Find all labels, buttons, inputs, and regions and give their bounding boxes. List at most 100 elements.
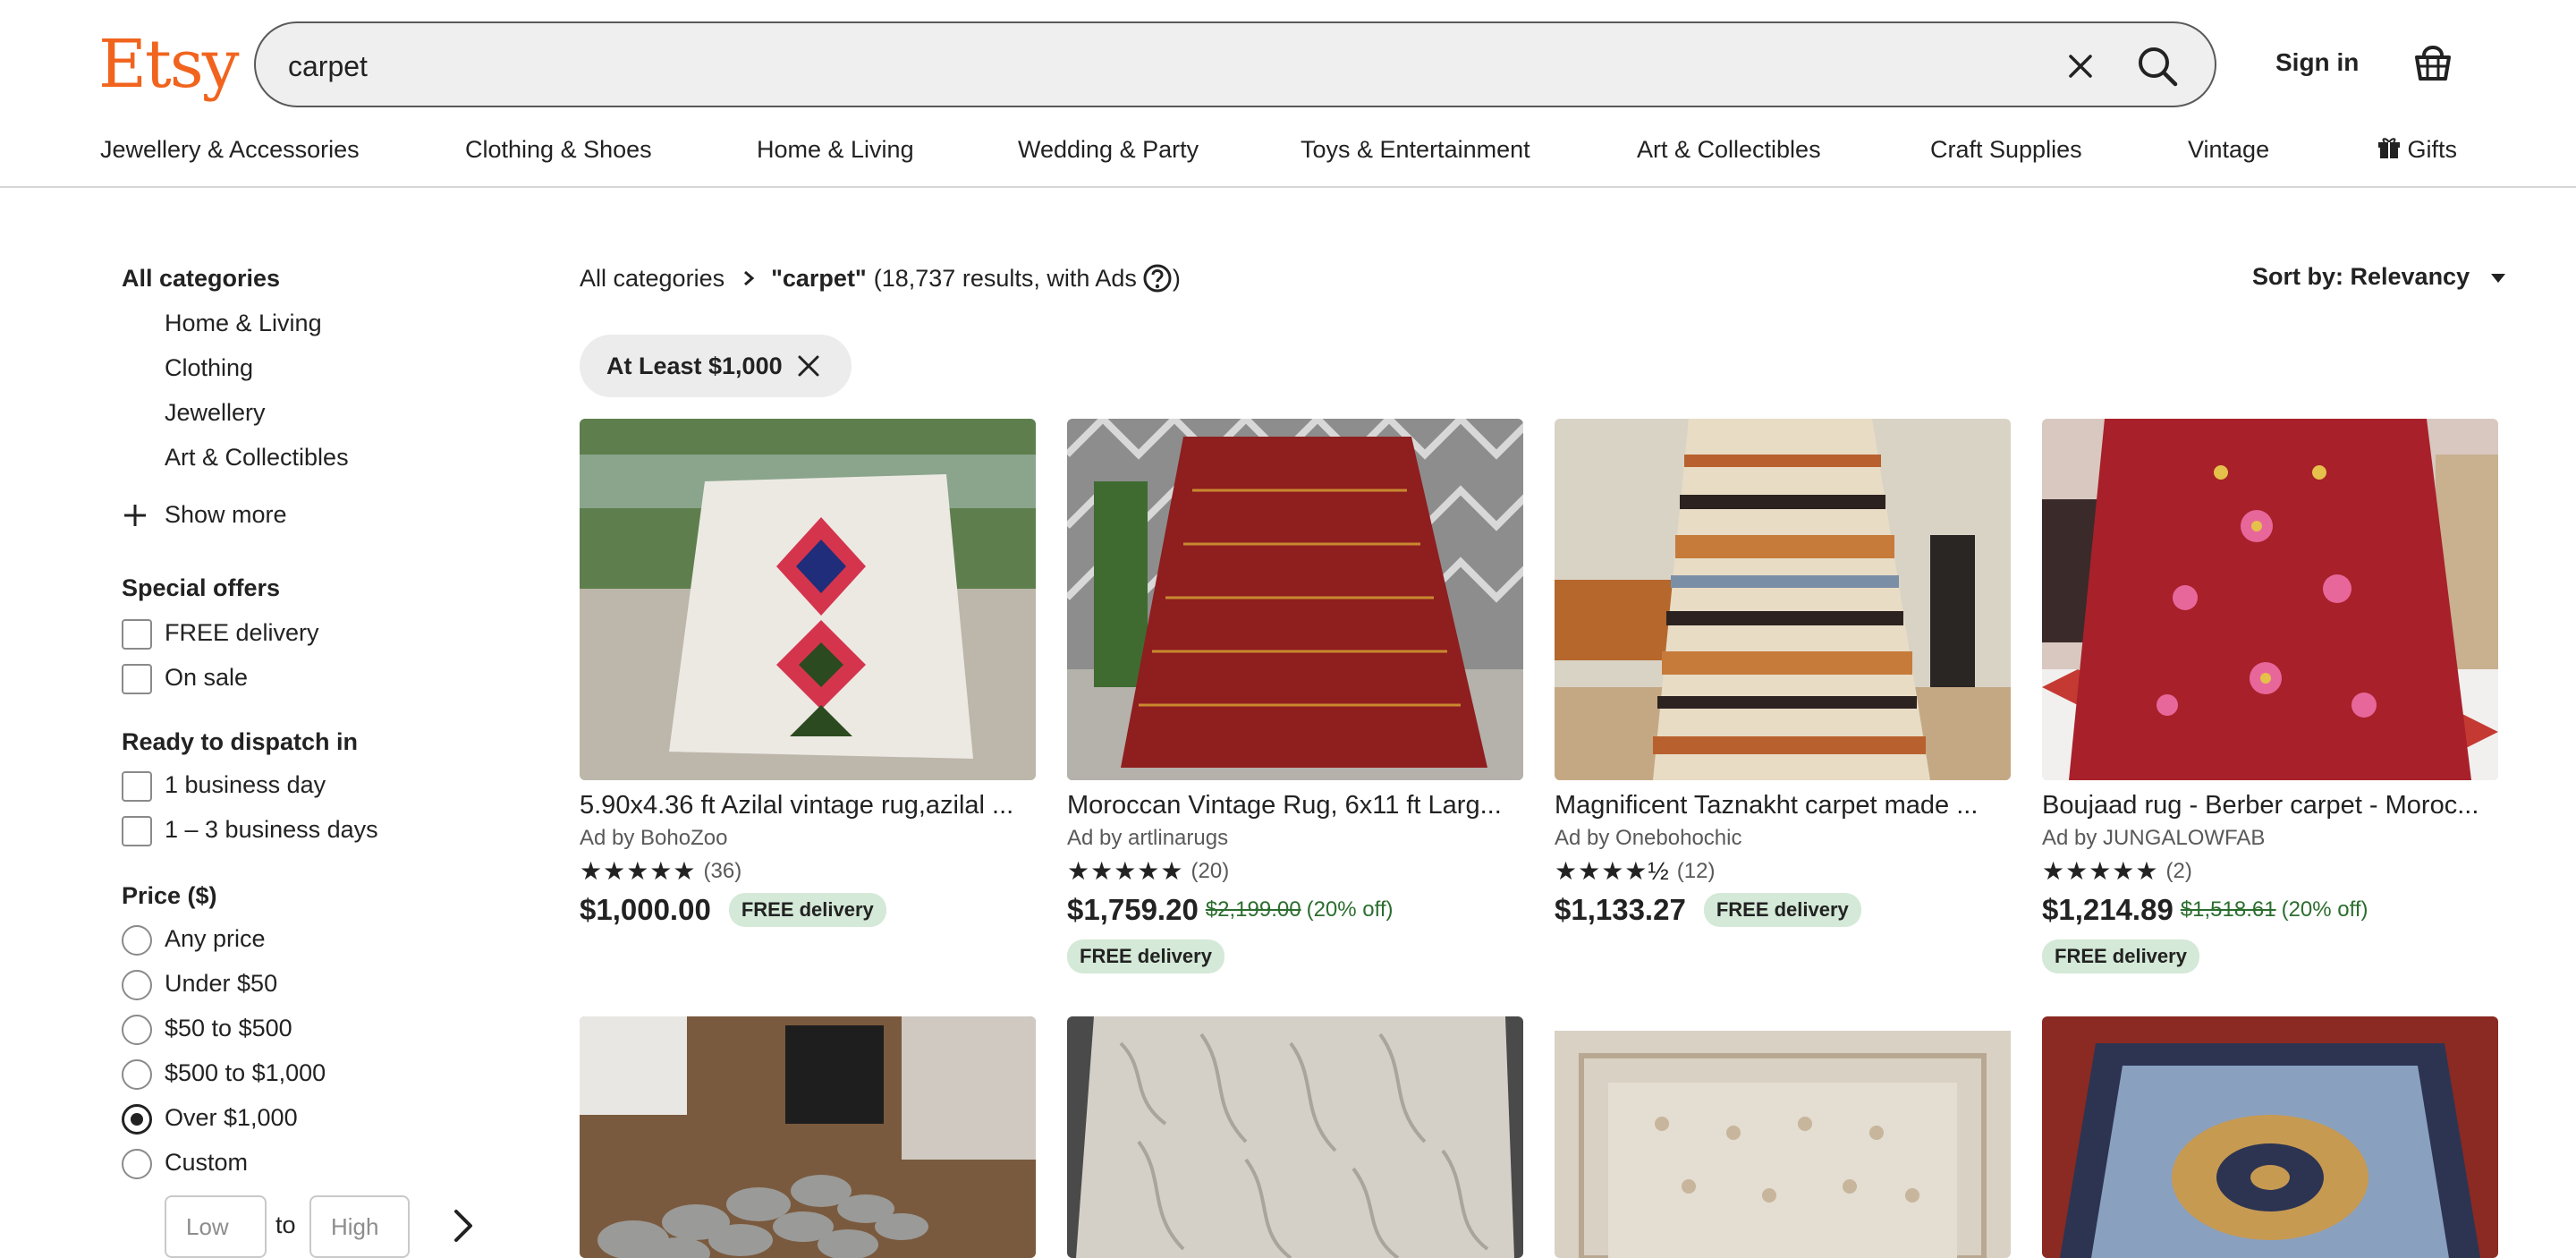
nav-gifts[interactable]: Gifts	[2377, 136, 2457, 164]
category-home-living[interactable]: Home & Living	[165, 310, 322, 337]
listing-price: $1,759.20	[1067, 893, 1199, 926]
sign-in-link[interactable]: Sign in	[2275, 48, 2359, 77]
dispatch-1-day-checkbox[interactable]	[122, 771, 152, 802]
listing-rating: ★★★★½ (12)	[1555, 857, 2011, 886]
on-sale-label[interactable]: On sale	[165, 664, 248, 692]
review-count: (2)	[2165, 859, 2192, 883]
nav-wedding[interactable]: Wedding & Party	[1018, 136, 1199, 164]
star-rating-icon: ★★★★★	[1067, 857, 1184, 885]
listing-card[interactable]: Magnificent Taznakht carpet made ... Ad …	[1555, 419, 2011, 927]
listing-title[interactable]: 5.90x4.36 ft Azilal vintage rug,azilal .…	[580, 789, 1036, 821]
dispatch-1-day-label[interactable]: 1 business day	[165, 771, 326, 799]
nav-art[interactable]: Art & Collectibles	[1637, 136, 1821, 164]
free-delivery-label[interactable]: FREE delivery	[165, 619, 319, 647]
listing-seller[interactable]: Ad by Onebohochic	[1555, 825, 2011, 852]
etsy-logo[interactable]: Etsy	[98, 25, 240, 104]
price-any-radio[interactable]	[122, 925, 152, 956]
nav-craft[interactable]: Craft Supplies	[1930, 136, 2082, 164]
category-art[interactable]: Art & Collectibles	[165, 444, 349, 472]
listing-image[interactable]	[1067, 1016, 1523, 1258]
close-icon	[2069, 55, 2092, 78]
listing-rating: ★★★★★ (2)	[2042, 857, 2498, 886]
listing-card[interactable]: Boujaad rug - Berber carpet - Moroc... A…	[2042, 419, 2498, 973]
price-row: $1,133.27 FREE delivery	[1555, 893, 2011, 927]
special-offers-heading: Special offers	[122, 574, 281, 601]
star-rating-icon: ★★★★★	[580, 857, 697, 885]
free-delivery-badge: FREE delivery	[2042, 939, 2199, 973]
listing-card[interactable]: 5.90x4.36 ft Azilal vintage rug,azilal .…	[580, 419, 1036, 927]
listing-image[interactable]	[1555, 1016, 2011, 1258]
price-under-50-label[interactable]: Under $50	[165, 970, 277, 998]
search-button[interactable]	[2125, 34, 2190, 98]
listing-price: $1,000.00	[580, 893, 711, 926]
listing-seller[interactable]: Ad by BohoZoo	[580, 825, 1036, 852]
results-count-close: )	[1172, 264, 1181, 292]
listing-title[interactable]: Moroccan Vintage Rug, 6x11 ft Larg...	[1067, 789, 1523, 821]
price-over-1000-label[interactable]: Over $1,000	[165, 1104, 298, 1132]
listing-seller[interactable]: Ad by artlinarugs	[1067, 825, 1523, 852]
chevron-right-icon	[454, 1210, 472, 1242]
price-custom-label[interactable]: Custom	[165, 1149, 248, 1177]
price-low-input[interactable]: Low	[165, 1195, 267, 1258]
nav-vintage[interactable]: Vintage	[2188, 136, 2269, 164]
price-custom-radio[interactable]	[122, 1149, 152, 1179]
show-more-button[interactable]: Show more	[122, 501, 287, 529]
original-price: $1,518.61	[2180, 897, 2276, 922]
nav-clothing[interactable]: Clothing & Shoes	[465, 136, 652, 164]
free-delivery-badge: FREE delivery	[1067, 939, 1224, 973]
price-row: $1,000.00 FREE delivery	[580, 893, 1036, 927]
filter-chip-label: At Least $1,000	[606, 352, 783, 379]
breadcrumb: All categories "carpet" (18,737 results,…	[580, 263, 1181, 293]
listing-image[interactable]	[2042, 419, 2498, 780]
listing-card[interactable]: Moroccan Vintage Rug, 6x11 ft Larg... Ad…	[1067, 419, 1523, 973]
close-icon[interactable]	[797, 354, 820, 378]
listing-seller[interactable]: Ad by JUNGALOWFAB	[2042, 825, 2498, 852]
price-500-1000-label[interactable]: $500 to $1,000	[165, 1059, 326, 1087]
nav-jewellery[interactable]: Jewellery & Accessories	[100, 136, 360, 164]
category-clothing[interactable]: Clothing	[165, 354, 253, 382]
sort-dropdown[interactable]: Sort by: Relevancy	[2252, 263, 2507, 291]
dispatch-1-3-days-checkbox[interactable]	[122, 816, 152, 846]
listing-image[interactable]	[2042, 1016, 2498, 1258]
price-under-50-radio[interactable]	[122, 970, 152, 1000]
discount-text: (20% off)	[1306, 897, 1394, 922]
on-sale-checkbox[interactable]	[122, 664, 152, 694]
gift-icon	[2378, 138, 2400, 158]
listing-price: $1,133.27	[1555, 893, 1686, 926]
listing-image[interactable]	[1555, 419, 2011, 780]
active-filter-chip[interactable]: At Least $1,000	[580, 335, 852, 397]
search-query: "carpet"	[771, 264, 867, 292]
show-more-label: Show more	[165, 501, 287, 528]
breadcrumb-root[interactable]: All categories	[580, 265, 724, 293]
price-50-500-label[interactable]: $50 to $500	[165, 1015, 292, 1042]
price-high-input[interactable]: High	[309, 1195, 410, 1258]
cart-button[interactable]	[2411, 39, 2454, 84]
price-submit-button[interactable]	[447, 1208, 479, 1244]
nav-toys[interactable]: Toys & Entertainment	[1301, 136, 1530, 164]
nav-home-living[interactable]: Home & Living	[757, 136, 914, 164]
listing-image[interactable]	[580, 1016, 1036, 1258]
clear-search-button[interactable]	[2054, 39, 2107, 93]
site-header: Etsy Sign in Jewellery & Accessories Clo…	[0, 0, 2576, 188]
all-categories-heading[interactable]: All categories	[122, 265, 280, 293]
dispatch-1-3-days-label[interactable]: 1 – 3 business days	[165, 816, 378, 844]
price-any-label[interactable]: Any price	[165, 925, 266, 953]
chevron-right-icon	[744, 270, 755, 286]
free-delivery-checkbox[interactable]	[122, 619, 152, 650]
listing-image[interactable]	[1067, 419, 1523, 780]
listing-title[interactable]: Boujaad rug - Berber carpet - Moroc...	[2042, 789, 2498, 821]
category-jewellery[interactable]: Jewellery	[165, 399, 266, 427]
discount-text: (20% off)	[2281, 897, 2368, 922]
help-icon[interactable]	[1142, 263, 1173, 293]
listing-title[interactable]: Magnificent Taznakht carpet made ...	[1555, 789, 2011, 821]
price-500-1000-radio[interactable]	[122, 1059, 152, 1090]
star-rating-icon: ★★★★★	[2042, 857, 2159, 885]
price-over-1000-radio[interactable]	[122, 1104, 152, 1135]
listing-image[interactable]	[580, 419, 1036, 780]
price-50-500-radio[interactable]	[122, 1015, 152, 1045]
listing-price: $1,214.89	[2042, 893, 2174, 926]
search-input[interactable]	[288, 43, 1898, 89]
review-count: (20)	[1191, 859, 1230, 883]
plus-icon	[124, 504, 146, 526]
review-count: (12)	[1676, 859, 1716, 883]
